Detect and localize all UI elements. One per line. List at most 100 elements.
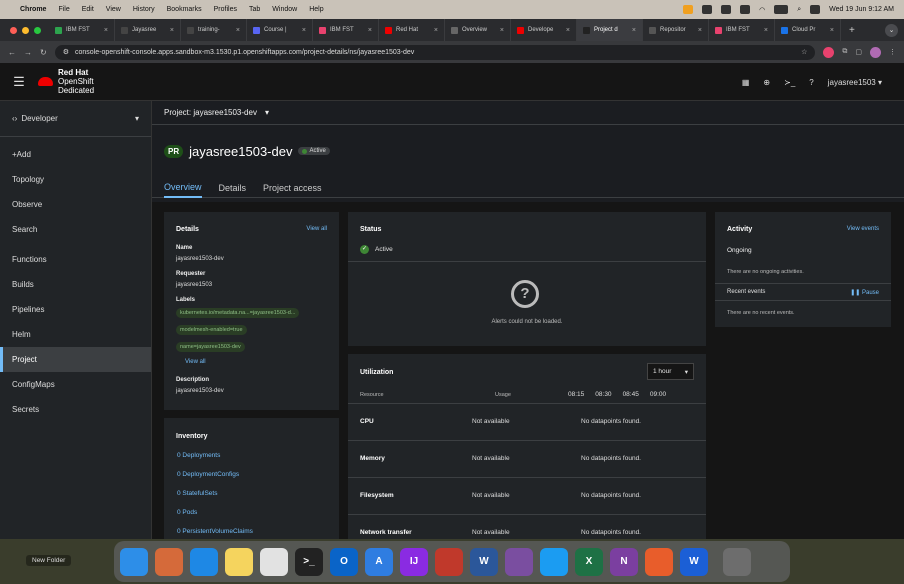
browser-tab[interactable]: IBM FST × bbox=[313, 19, 379, 41]
dock-xcode-instruments-icon[interactable]: A bbox=[365, 547, 393, 576]
dock-onenote-icon[interactable]: N bbox=[610, 547, 638, 576]
close-tab-icon[interactable]: × bbox=[236, 27, 240, 34]
sidebar-item-search[interactable]: Search bbox=[0, 217, 151, 242]
close-tab-icon[interactable]: × bbox=[698, 27, 702, 34]
minimize-window-button[interactable] bbox=[22, 26, 29, 34]
back-icon[interactable]: ← bbox=[8, 48, 16, 57]
tab-details[interactable]: Details bbox=[219, 177, 247, 198]
close-tab-icon[interactable]: × bbox=[830, 27, 834, 34]
extension-icon[interactable] bbox=[823, 46, 835, 58]
dock-finder-icon[interactable] bbox=[120, 547, 148, 576]
labels-view-all-link[interactable]: View all bbox=[185, 359, 206, 365]
quick-create-icon[interactable]: ⊕ bbox=[763, 78, 770, 87]
browser-tab[interactable]: Red Hat × bbox=[379, 19, 445, 41]
app-launcher-icon[interactable]: ▦ bbox=[742, 78, 750, 87]
project-selector[interactable]: Project: jayasree1503-dev ▾ bbox=[152, 101, 904, 125]
extensions-icon[interactable]: ⧉ bbox=[842, 48, 847, 56]
profile-avatar[interactable] bbox=[870, 46, 881, 58]
browser-tab[interactable]: IBM FST × bbox=[709, 19, 775, 41]
reload-icon[interactable]: ↻ bbox=[40, 48, 47, 57]
browser-tab[interactable]: Jayasree × bbox=[115, 19, 181, 41]
dock-eclipse-icon[interactable] bbox=[505, 547, 533, 576]
forward-icon[interactable]: → bbox=[24, 48, 32, 57]
browser-tab[interactable]: Cloud Pr × bbox=[775, 19, 841, 41]
help-icon[interactable]: ? bbox=[809, 78, 813, 87]
clock[interactable]: Wed 19 Jun 9:12 AM bbox=[829, 6, 894, 13]
menu-view[interactable]: View bbox=[106, 6, 121, 13]
close-tab-icon[interactable]: × bbox=[104, 27, 108, 34]
search-icon[interactable]: ⌕ bbox=[797, 6, 801, 14]
browser-tab[interactable]: Develope × bbox=[511, 19, 577, 41]
inventory-deployments-link[interactable]: 0 Deployments bbox=[177, 452, 220, 459]
dock-outlook-icon[interactable]: O bbox=[330, 547, 358, 576]
new-tab-button[interactable]: + bbox=[841, 25, 863, 36]
dock-safari-icon[interactable] bbox=[190, 547, 218, 576]
menu-edit[interactable]: Edit bbox=[82, 6, 94, 13]
close-tab-icon[interactable]: × bbox=[632, 27, 636, 34]
dock-intellij-icon[interactable]: IJ bbox=[400, 547, 428, 576]
browser-tab[interactable]: training- × bbox=[181, 19, 247, 41]
zoom-window-button[interactable] bbox=[34, 26, 41, 34]
menu-profiles[interactable]: Profiles bbox=[214, 6, 237, 13]
site-info-icon[interactable]: ⚙ bbox=[63, 48, 69, 56]
perspective-switcher[interactable]: ‹› Developer ▾ bbox=[0, 101, 151, 137]
menu-file[interactable]: File bbox=[58, 6, 69, 13]
menu-bookmarks[interactable]: Bookmarks bbox=[167, 6, 202, 13]
inventory-deploymentconfigs-link[interactable]: 0 DeploymentConfigs bbox=[177, 471, 239, 478]
close-tab-icon[interactable]: × bbox=[170, 27, 174, 34]
close-tab-icon[interactable]: × bbox=[302, 27, 306, 34]
dock-terminal-icon[interactable]: >_ bbox=[295, 547, 323, 576]
dock-preview-icon[interactable] bbox=[435, 547, 463, 576]
control-center-icon[interactable] bbox=[810, 5, 821, 14]
chrome-menu-icon[interactable]: ⋮ bbox=[889, 48, 896, 56]
dock-chrome-icon[interactable] bbox=[260, 547, 288, 576]
sidebar-item-functions[interactable]: Functions bbox=[0, 247, 151, 272]
browser-tab[interactable]: Overview × bbox=[445, 19, 511, 41]
tab-project-access[interactable]: Project access bbox=[263, 177, 322, 198]
sidepanel-icon[interactable]: ▢ bbox=[855, 48, 862, 56]
status-icon[interactable] bbox=[740, 5, 751, 14]
menu-window[interactable]: Window bbox=[272, 6, 297, 13]
browser-tab[interactable]: IBM FST × bbox=[49, 19, 115, 41]
close-tab-icon[interactable]: × bbox=[764, 27, 768, 34]
menu-help[interactable]: Help bbox=[309, 6, 323, 13]
label-chip[interactable]: name=jayasree1503-dev bbox=[176, 342, 245, 352]
cloud-shell-icon[interactable]: ≻_ bbox=[784, 78, 795, 87]
close-window-button[interactable] bbox=[10, 26, 17, 34]
close-tab-icon[interactable]: × bbox=[368, 27, 372, 34]
status-icon[interactable] bbox=[721, 5, 732, 14]
close-tab-icon[interactable]: × bbox=[500, 27, 504, 34]
dock-word-icon[interactable]: W bbox=[470, 547, 498, 576]
sidebar-item-project[interactable]: Project bbox=[0, 347, 151, 372]
inventory-statefulsets-link[interactable]: 0 StatefulSets bbox=[177, 490, 217, 497]
sidebar-item-add[interactable]: +Add bbox=[0, 142, 151, 167]
sidebar-item-helm[interactable]: Helm bbox=[0, 322, 151, 347]
inventory-pvcs-link[interactable]: 0 PersistentVolumeClaims bbox=[177, 528, 253, 535]
address-bar[interactable]: ⚙ console-openshift-console.apps.sandbox… bbox=[54, 44, 816, 60]
dock-xcode-icon[interactable] bbox=[540, 547, 568, 576]
menu-app-name[interactable]: Chrome bbox=[20, 6, 46, 13]
time-range-dropdown[interactable]: 1 hour ▾ bbox=[647, 363, 694, 380]
hamburger-menu-icon[interactable]: ☰ bbox=[0, 74, 38, 90]
menu-history[interactable]: History bbox=[133, 6, 155, 13]
battery-icon[interactable] bbox=[774, 5, 789, 14]
status-app-icon[interactable] bbox=[683, 5, 694, 14]
inventory-pods-link[interactable]: 0 Pods bbox=[177, 509, 197, 516]
status-icon[interactable] bbox=[702, 5, 713, 14]
close-tab-icon[interactable]: × bbox=[566, 27, 570, 34]
dock-notes-icon[interactable] bbox=[225, 547, 253, 576]
dock-trash-icon[interactable] bbox=[723, 547, 751, 576]
redhat-logo[interactable]: Red Hat OpenShift Dedicated bbox=[38, 68, 94, 95]
dock-launchpad-icon[interactable] bbox=[155, 547, 183, 576]
view-events-link[interactable]: View events bbox=[847, 226, 879, 232]
bookmark-star-icon[interactable]: ☆ bbox=[801, 48, 807, 56]
sidebar-item-pipelines[interactable]: Pipelines bbox=[0, 297, 151, 322]
pause-events-button[interactable]: ❚❚ Pause bbox=[850, 289, 879, 296]
dock-webex-icon[interactable]: W bbox=[680, 547, 708, 576]
sidebar-item-secrets[interactable]: Secrets bbox=[0, 397, 151, 422]
wifi-icon[interactable]: ◠ bbox=[759, 6, 765, 14]
dock-slideshow-icon[interactable] bbox=[645, 547, 673, 576]
tab-overview[interactable]: Overview bbox=[164, 177, 202, 198]
menu-tab[interactable]: Tab bbox=[249, 6, 260, 13]
close-tab-icon[interactable]: × bbox=[434, 27, 438, 34]
